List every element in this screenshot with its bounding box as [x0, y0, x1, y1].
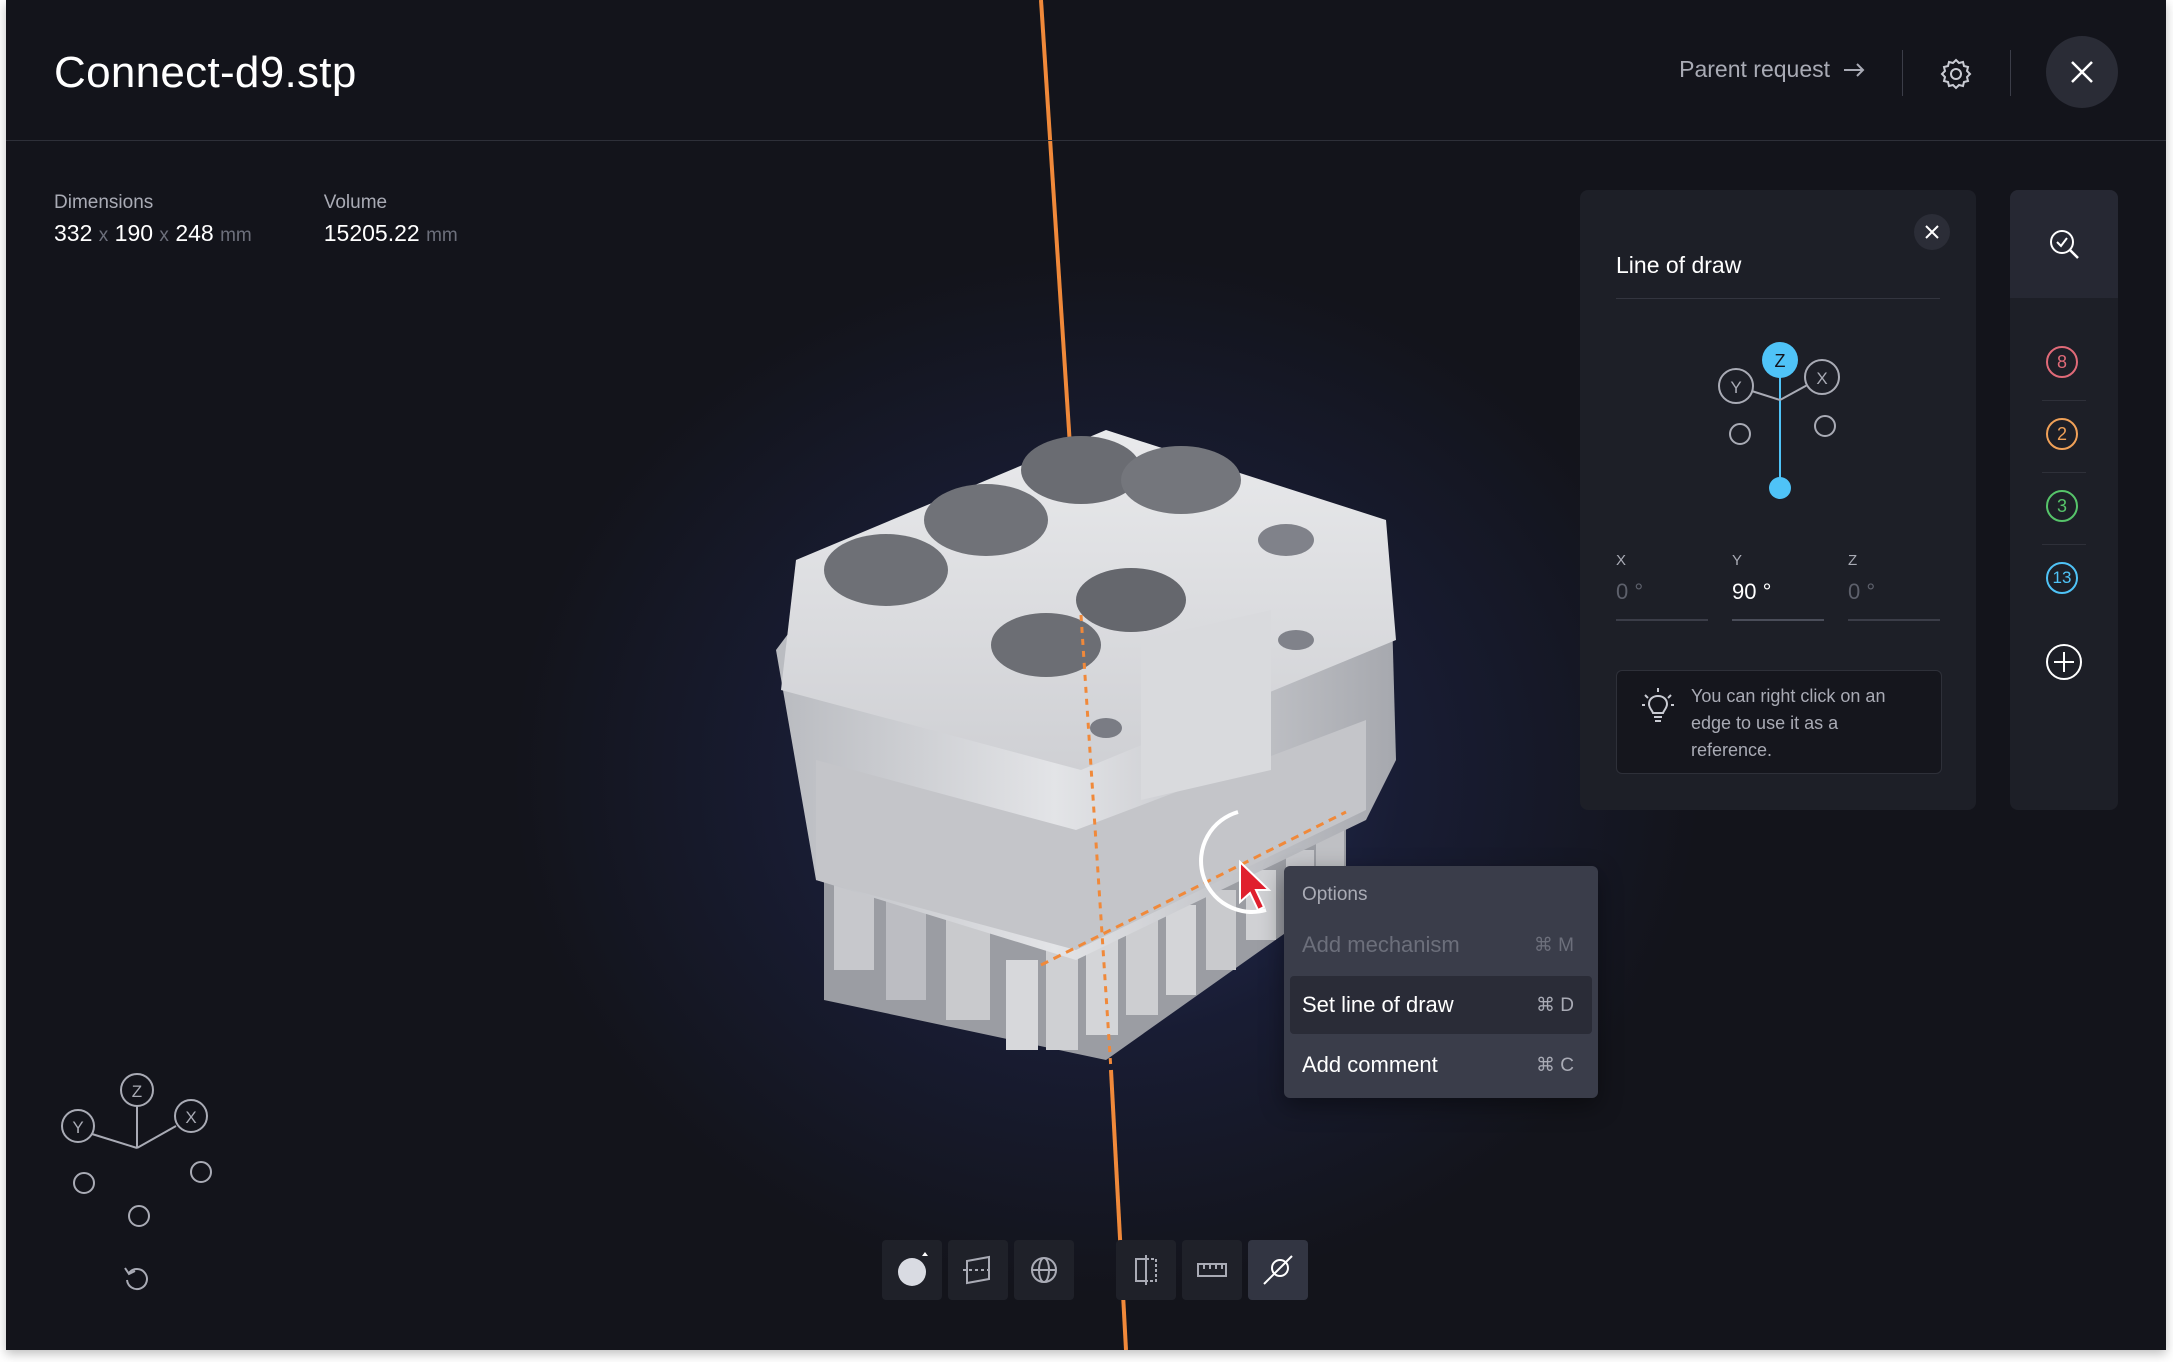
rail-divider [2042, 544, 2086, 545]
issue-badge-green[interactable]: 3 [2046, 490, 2078, 522]
measure-button[interactable] [1182, 1240, 1242, 1300]
menu-item-add-mechanism[interactable]: Add mechanism ⌘ M [1290, 916, 1592, 974]
arrow-right-icon [1844, 62, 1865, 77]
section-plane-icon [963, 1255, 993, 1285]
parent-request-link[interactable]: Parent request [1679, 56, 1866, 83]
coord-x[interactable]: X 0 ° [1616, 552, 1708, 621]
coord-x-value[interactable]: 0 ° [1616, 579, 1708, 621]
close-button[interactable] [2046, 36, 2118, 108]
menu-item-set-line-of-draw[interactable]: Set line of draw ⌘ D [1290, 976, 1592, 1034]
lightbulb-icon [1642, 688, 1674, 722]
menu-item-label: Set line of draw [1302, 992, 1454, 1017]
coord-x-label: X [1616, 552, 1627, 569]
menu-item-label: Add mechanism [1302, 932, 1460, 957]
y-axis-label: Y [1730, 378, 1741, 397]
line-of-draw-panel: Line of draw Z Y X X 0 ° Y 90 ° Z 0 ° Yo… [1580, 190, 1976, 810]
issue-badge-blue[interactable]: 13 [2046, 562, 2078, 594]
ruler-icon [1197, 1263, 1227, 1277]
coord-y-value[interactable]: 90 ° [1732, 579, 1824, 621]
header-divider [2010, 50, 2011, 96]
section-view-button[interactable] [948, 1240, 1008, 1300]
coord-z-label: Z [1848, 552, 1858, 569]
tip-box: You can right click on an edge to use it… [1616, 670, 1942, 774]
view-orientation-gizmo[interactable]: Z Y X [52, 1068, 232, 1248]
app-window: Connect-d9.stp Parent request Dimensions… [6, 0, 2166, 1350]
header-divider [1902, 50, 1903, 96]
add-button[interactable] [2044, 642, 2084, 687]
context-menu-header: Options [1302, 884, 1368, 905]
page-title: Connect-d9.stp [54, 48, 357, 97]
volume-metric: Volume 15205.22 mm [324, 192, 458, 247]
view-x-label: X [185, 1108, 196, 1127]
x-axis-label: X [1816, 369, 1827, 388]
check-zoom-button[interactable] [2010, 190, 2118, 298]
close-icon [1925, 225, 1939, 239]
dimensions-label: Dimensions [54, 192, 154, 213]
model-metrics: Dimensions 332 x 190 x 248 mm Volume 152… [54, 192, 458, 247]
gear-icon [1940, 58, 1972, 90]
parent-request-label: Parent request [1679, 56, 1830, 82]
issue-badge-red[interactable]: 8 [2046, 346, 2078, 378]
line-of-draw-close-button[interactable] [1914, 214, 1950, 250]
dim-y: 190 [114, 220, 154, 246]
panel-divider [1616, 298, 1940, 299]
wireframe-globe-icon [1031, 1257, 1057, 1283]
negative-x-handle[interactable] [1814, 415, 1836, 437]
z-axis-label: Z [1775, 351, 1786, 371]
analysis-toolbar [1116, 1240, 1308, 1300]
volume-value: 15205.22 mm [324, 220, 458, 247]
negative-z-handle[interactable] [1769, 477, 1791, 499]
tip-text: You can right click on an edge to use it… [1691, 686, 1886, 760]
negative-y-handle[interactable] [1729, 423, 1751, 445]
coord-z[interactable]: Z 0 ° [1848, 552, 1940, 621]
settings-button[interactable] [1932, 50, 1980, 98]
dim-separator: x [159, 225, 169, 246]
line-of-draw-title: Line of draw [1616, 252, 1742, 278]
line-of-draw-icon [1263, 1255, 1293, 1285]
split-view-icon [1135, 1255, 1157, 1285]
dim-z: 248 [175, 220, 214, 246]
dim-x: 332 [54, 220, 93, 246]
right-rail: 8 2 3 13 [2010, 190, 2118, 810]
dim-unit: mm [220, 225, 252, 246]
rail-divider [2042, 472, 2086, 473]
volume-number: 15205.22 [323, 220, 420, 246]
menu-item-shortcut: ⌘ M [1533, 934, 1574, 956]
line-of-draw-tool-button[interactable] [1248, 1240, 1308, 1300]
context-menu: Options Add mechanism ⌘ M Set line of dr… [1284, 866, 1598, 1098]
shading-button[interactable] [882, 1240, 942, 1300]
dimensions-metric: Dimensions 332 x 190 x 248 mm [54, 192, 252, 247]
reset-icon [124, 1267, 148, 1291]
menu-item-add-comment[interactable]: Add comment ⌘ C [1290, 1036, 1592, 1094]
view-z-label: Z [132, 1082, 142, 1101]
view-negative-z-handle[interactable] [128, 1205, 150, 1227]
menu-item-shortcut: ⌘ C [1536, 1054, 1574, 1076]
coord-y[interactable]: Y 90 ° [1732, 552, 1824, 621]
wireframe-button[interactable] [1014, 1240, 1074, 1300]
header-bar: Connect-d9.stp Parent request [6, 0, 2166, 141]
close-icon [2071, 61, 2093, 83]
reset-view-button[interactable] [122, 1264, 152, 1299]
line-of-draw-gizmo[interactable]: Z Y X [1670, 330, 1890, 520]
view-negative-x-handle[interactable] [190, 1161, 212, 1183]
menu-item-label: Add comment [1302, 1052, 1438, 1077]
dim-separator: x [98, 225, 109, 246]
volume-unit: mm [426, 225, 458, 246]
dimensions-value: 332 x 190 x 248 mm [54, 220, 252, 247]
coord-z-value[interactable]: 0 ° [1848, 579, 1940, 621]
mirror-split-button[interactable] [1116, 1240, 1176, 1300]
view-toolbar [882, 1240, 1074, 1300]
plus-circle-icon [2046, 644, 2082, 680]
coord-y-label: Y [1732, 552, 1743, 569]
rail-divider [2042, 400, 2086, 401]
issue-badge-orange[interactable]: 2 [2046, 418, 2078, 450]
menu-item-shortcut: ⌘ D [1536, 994, 1574, 1016]
search-check-icon [2050, 230, 2079, 259]
solid-sphere-icon [898, 1252, 928, 1286]
volume-label: Volume [323, 192, 388, 213]
view-y-label: Y [72, 1118, 83, 1137]
view-negative-y-handle[interactable] [73, 1172, 95, 1194]
